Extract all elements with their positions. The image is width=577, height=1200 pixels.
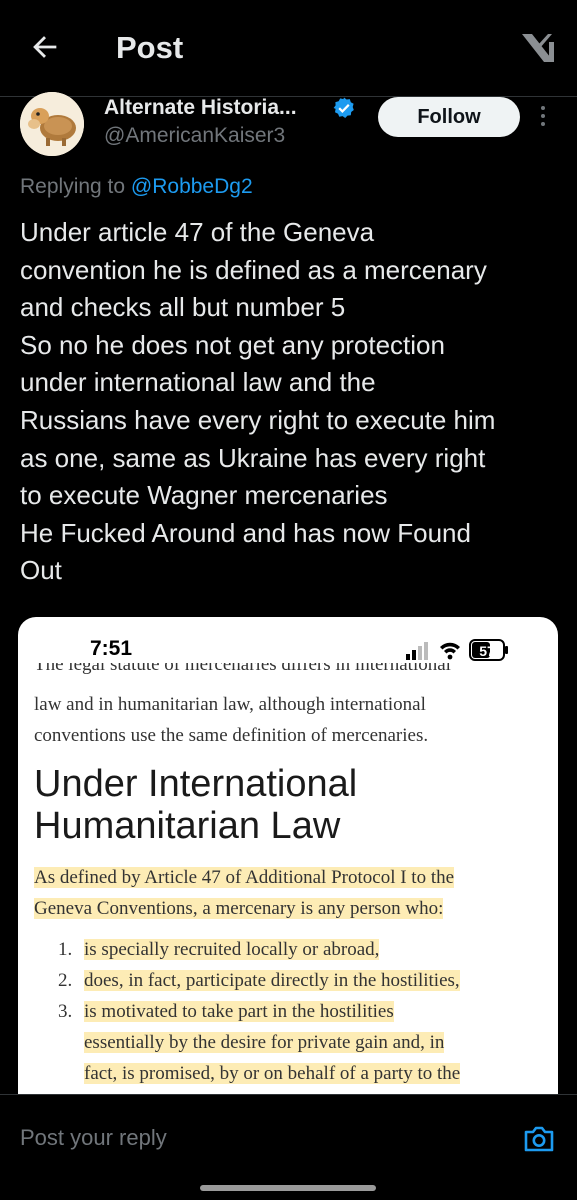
tweet-line: Russians have every right to execute him [20, 404, 496, 435]
verified-badge-icon [333, 97, 354, 118]
tweet-text: Under article 47 of the Geneva conventio… [20, 214, 565, 590]
tweet-line: Out [20, 555, 62, 586]
intro-paragraph: law and in humanitarian law, although in… [34, 694, 429, 746]
reply-context: Replying to @RobbeDg2 [20, 175, 253, 199]
reply-input[interactable]: Post your reply [20, 1125, 167, 1151]
tweet-line: under international law and the [20, 367, 376, 398]
reply-prefix: Replying to [20, 175, 131, 198]
arrow-left-icon[interactable] [28, 30, 62, 64]
follow-button[interactable]: Follow [378, 97, 520, 137]
tweet-line: Under article 47 of the Geneva [20, 217, 375, 247]
status-icons: 57 [406, 639, 508, 661]
x-logo-icon[interactable] [518, 28, 558, 68]
list-item: 2. does, in fact, participate directly i… [58, 970, 460, 991]
definition-paragraph: As defined by Article 47 of Additional P… [34, 867, 455, 919]
list-item: 1. is specially recruited locally or abr… [58, 939, 380, 960]
tweet-line: and checks all but number 5 [20, 292, 346, 323]
reply-to-handle-link[interactable]: @RobbeDg2 [131, 175, 253, 198]
tweet-line: as one, same as Ukraine has every right [20, 442, 486, 473]
attached-screenshot[interactable]: 7:51 57 The legal statute of mercenaries… [18, 617, 558, 1117]
reply-composer[interactable]: Post your reply [0, 1094, 577, 1183]
criteria-list: 1. is specially recruited locally or abr… [34, 934, 542, 1089]
clipped-line: The legal statute of mercenaries differs… [34, 663, 451, 675]
author-handle[interactable]: @AmericanKaiser3 [104, 124, 285, 148]
battery-level: 57 [479, 643, 495, 659]
page-title: Post [116, 30, 184, 65]
more-options-icon[interactable] [536, 106, 550, 130]
author-display-name[interactable]: Alternate Historia... [104, 96, 297, 120]
media-status-time: 7:51 [90, 637, 133, 660]
home-indicator[interactable] [200, 1185, 376, 1191]
tweet-line: convention he is defined as a mercenary [20, 254, 487, 285]
tweet-line: to execute Wagner mercenaries [20, 480, 388, 511]
list-item: 3. is motivated to take part in the host… [58, 1001, 461, 1084]
camera-icon[interactable] [522, 1124, 556, 1154]
tweet-line: He Fucked Around and has now Found [20, 517, 471, 548]
top-bar: Post [0, 0, 577, 97]
section-heading: Under International Humanitarian Law [34, 763, 358, 847]
avatar[interactable] [20, 92, 84, 156]
tweet-line: So no he does not get any protection [20, 329, 445, 360]
